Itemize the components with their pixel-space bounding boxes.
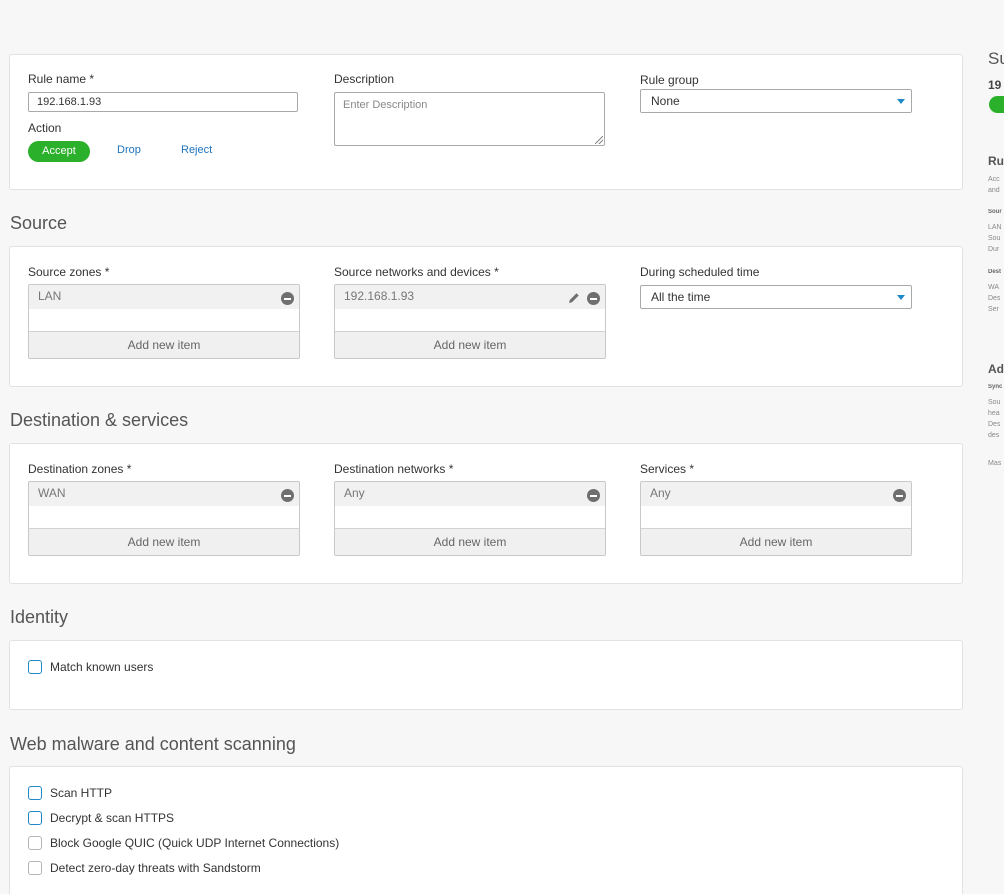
match-known-users-label: Match known users: [50, 660, 154, 674]
summary-source-line: Dur: [988, 246, 1000, 253]
source-networks-list: 192.168.1.93 Add new item: [334, 284, 606, 359]
remove-icon[interactable]: [587, 489, 600, 502]
add-new-item-button[interactable]: Add new item: [641, 528, 911, 555]
list-item: Any: [335, 482, 605, 506]
summary-advanced-line: hea: [988, 410, 1000, 417]
add-new-item-button[interactable]: Add new item: [335, 331, 605, 358]
list-item: WAN: [29, 482, 299, 506]
destination-networks-list: Any Add new item: [334, 481, 606, 556]
summary-rule-heading: Ru: [988, 154, 1004, 168]
destination-zone-value: WAN: [38, 486, 66, 500]
summary-action-badge: [989, 96, 1004, 113]
summary-destination-line: Ser: [988, 306, 999, 313]
rule-group-value: None: [651, 94, 680, 108]
summary-destination-line: Des: [988, 295, 1001, 302]
summary-advanced-sub: Sync: [988, 384, 1003, 390]
schedule-value: All the time: [651, 290, 711, 304]
decrypt-https-label: Decrypt & scan HTTPS: [50, 811, 175, 825]
schedule-select[interactable]: All the time: [640, 285, 912, 309]
rule-name-label: Rule name *: [28, 72, 95, 86]
destination-zones-label: Destination zones *: [28, 462, 132, 476]
list-item: Any: [641, 482, 911, 506]
summary-rule-line: and: [988, 187, 1000, 194]
source-network-value: 192.168.1.93: [344, 289, 415, 303]
add-new-item-button[interactable]: Add new item: [29, 528, 299, 555]
source-zone-value: LAN: [38, 289, 62, 303]
remove-icon[interactable]: [587, 292, 600, 305]
rule-group-label: Rule group: [640, 73, 699, 87]
source-networks-label: Source networks and devices *: [334, 265, 499, 279]
pencil-icon[interactable]: [567, 291, 581, 305]
destination-zones-list: WAN Add new item: [28, 481, 300, 556]
summary-destination-line: WA: [988, 284, 1000, 291]
identity-section-title: Identity: [10, 607, 69, 627]
source-zones-label: Source zones *: [28, 265, 110, 279]
schedule-label: During scheduled time: [640, 265, 760, 279]
summary-rule-line: Acc: [988, 176, 1000, 183]
sandstorm-label: Detect zero-day threats with Sandstorm: [50, 861, 261, 875]
services-value: Any: [650, 486, 671, 500]
web-section-title: Web malware and content scanning: [10, 734, 296, 754]
list-item: LAN: [29, 285, 299, 309]
summary-title: Su: [988, 49, 1004, 68]
block-quic-checkbox[interactable]: [28, 836, 42, 850]
dropdown-caret-icon: [897, 99, 905, 104]
list-item: 192.168.1.93: [335, 285, 605, 309]
services-list: Any Add new item: [640, 481, 912, 556]
destination-network-value: Any: [344, 486, 365, 500]
summary-advanced-heading: Ad: [988, 362, 1004, 376]
remove-icon[interactable]: [281, 489, 294, 502]
scan-http-label: Scan HTTP: [50, 786, 113, 800]
description-textarea[interactable]: Enter Description: [334, 92, 605, 146]
summary-destination-heading: Dest: [988, 269, 1002, 275]
rule-group-select[interactable]: None: [640, 89, 912, 113]
description-label: Description: [334, 72, 395, 86]
summary-advanced-line: Sou: [988, 399, 1001, 406]
dropdown-caret-icon: [897, 295, 905, 300]
add-new-item-button[interactable]: Add new item: [29, 331, 299, 358]
source-section-title: Source: [10, 213, 68, 233]
summary-source-line: Sou: [988, 235, 1001, 242]
summary-advanced-line: Des: [988, 421, 1001, 428]
accept-button[interactable]: Accept: [28, 141, 90, 162]
block-quic-label: Block Google QUIC (Quick UDP Internet Co…: [50, 836, 340, 850]
match-known-users-checkbox[interactable]: [28, 660, 42, 674]
resize-grip-icon[interactable]: [595, 136, 603, 144]
remove-icon[interactable]: [281, 292, 294, 305]
source-zones-list: LAN Add new item: [28, 284, 300, 359]
destination-networks-label: Destination networks *: [334, 462, 454, 476]
reject-button[interactable]: Reject: [181, 144, 212, 156]
add-new-item-button[interactable]: Add new item: [335, 528, 605, 555]
drop-button[interactable]: Drop: [117, 144, 141, 156]
action-label: Action: [28, 121, 62, 135]
summary-advanced-line: Mas: [988, 460, 1002, 467]
summary-advanced-line: des: [988, 432, 1000, 439]
summary-source-line: LAN: [988, 224, 1002, 231]
sandstorm-checkbox[interactable]: [28, 861, 42, 875]
remove-icon[interactable]: [893, 489, 906, 502]
rule-name-input[interactable]: 192.168.1.93: [28, 92, 298, 112]
services-label: Services *: [640, 462, 695, 476]
destination-section-title: Destination & services: [10, 410, 189, 430]
summary-rule-name: 19: [988, 78, 1002, 92]
decrypt-https-checkbox[interactable]: [28, 811, 42, 825]
scan-http-checkbox[interactable]: [28, 786, 42, 800]
identity-panel: [9, 640, 963, 710]
summary-source-heading: Sour: [988, 209, 1002, 215]
